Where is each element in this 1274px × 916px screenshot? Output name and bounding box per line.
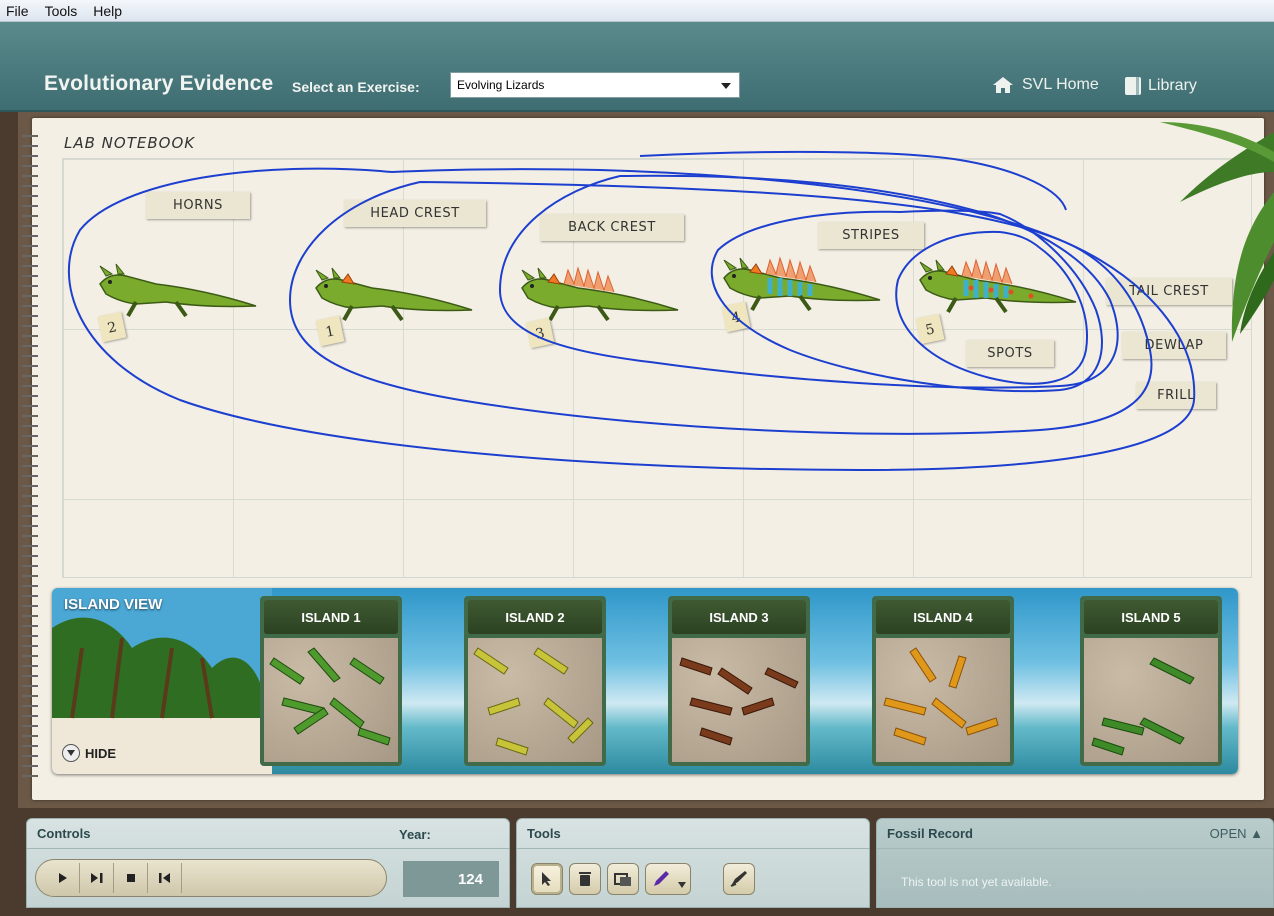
pointer-icon: [542, 872, 551, 886]
chevron-down-circle-icon: [62, 744, 80, 762]
app-window: File Tools Help Evolutionary Evidence Se…: [0, 0, 1274, 916]
step-icon: [90, 873, 102, 883]
chevron-down-icon: [678, 882, 686, 888]
lizard-5[interactable]: [916, 258, 1080, 318]
hide-island-view-button[interactable]: HIDE: [62, 744, 116, 762]
exercise-select[interactable]: Evolving Lizards: [450, 72, 740, 98]
rewind-icon: [158, 873, 170, 883]
trait-tag-back-crest[interactable]: BACK CREST: [540, 214, 684, 241]
screenshot-tool-button[interactable]: [607, 863, 639, 895]
lizard-number-tag: 5: [915, 313, 945, 345]
palm-plant-decoration: [1160, 122, 1274, 342]
tools-title: Tools: [517, 819, 869, 849]
chevron-down-icon: [721, 83, 731, 89]
app-header: Evolutionary Evidence Select an Exercise…: [0, 22, 1274, 112]
island-title: ISLAND 1: [264, 600, 398, 634]
year-label: Year:: [399, 827, 431, 842]
controls-panel: Controls Year: 124: [26, 818, 510, 908]
stop-button[interactable]: [114, 863, 148, 893]
fossil-record-header: Fossil Record OPEN ▲: [877, 819, 1273, 849]
rewind-button[interactable]: [148, 863, 182, 893]
fossil-record-title: Fossil Record: [887, 826, 973, 841]
menu-file[interactable]: File: [6, 3, 29, 19]
pen-icon: [654, 871, 669, 886]
island-lizard-population: [876, 638, 1010, 762]
island-lizard-population: [468, 638, 602, 762]
eraser-tool-button[interactable]: [723, 863, 755, 895]
trash-icon: [579, 872, 591, 886]
stop-icon: [126, 874, 135, 882]
island-card-5[interactable]: ISLAND 5: [1080, 596, 1222, 766]
play-button[interactable]: [46, 863, 80, 893]
island-title: ISLAND 5: [1084, 600, 1218, 634]
island-view-panel: ISLAND VIEW HIDE ISLAND 1 ISLAND 2 ISLAN…: [52, 588, 1238, 774]
hide-label: HIDE: [85, 745, 117, 761]
library-label: Library: [1148, 77, 1197, 94]
notebook-spiral: [22, 135, 38, 777]
lizard-3[interactable]: [518, 266, 682, 326]
step-button[interactable]: [80, 863, 114, 893]
menu-bar: File Tools Help: [0, 0, 1274, 22]
island-title: ISLAND 2: [468, 600, 602, 634]
island-card-2[interactable]: ISLAND 2: [464, 596, 606, 766]
exercise-select-label: Select an Exercise:: [292, 79, 420, 95]
eraser-icon: [730, 871, 747, 887]
svl-home-label: SVL Home: [1022, 76, 1099, 93]
library-link[interactable]: Library: [1124, 76, 1197, 96]
lizard-number-tag: 3: [525, 317, 555, 349]
screenshot-icon: [614, 873, 631, 886]
trait-tag-spots[interactable]: SPOTS: [966, 340, 1054, 367]
home-icon: [993, 77, 1013, 93]
lizard-number-tag: 2: [97, 311, 127, 343]
playback-controls: [35, 859, 387, 897]
trait-tag-frill[interactable]: FRILL: [1136, 382, 1216, 409]
fossil-record-note: This tool is not yet available.: [901, 875, 1052, 889]
controls-title: Controls: [27, 819, 509, 849]
app-title: Evolutionary Evidence: [44, 72, 274, 95]
book-icon: [1125, 77, 1141, 95]
fossil-record-open-toggle[interactable]: OPEN ▲: [1210, 826, 1263, 841]
lizard-number-tag: 1: [315, 315, 345, 347]
island-title: ISLAND 4: [876, 600, 1010, 634]
trait-tag-stripes[interactable]: STRIPES: [818, 222, 924, 249]
island-lizard-population: [672, 638, 806, 762]
island-card-4[interactable]: ISLAND 4: [872, 596, 1014, 766]
island-title: ISLAND 3: [672, 600, 806, 634]
play-icon: [58, 873, 67, 883]
menu-tools[interactable]: Tools: [45, 3, 78, 19]
menu-help[interactable]: Help: [93, 3, 122, 19]
svl-home-link[interactable]: SVL Home: [992, 76, 1099, 94]
year-value: 124: [403, 861, 499, 897]
pen-tool-button[interactable]: [645, 863, 691, 895]
island-card-1[interactable]: ISLAND 1: [260, 596, 402, 766]
trait-tag-horns[interactable]: HORNS: [146, 192, 250, 219]
lizard-number-tag: 4: [721, 301, 751, 333]
island-lizard-population: [264, 638, 398, 762]
trash-tool-button[interactable]: [569, 863, 601, 895]
exercise-select-value: Evolving Lizards: [457, 78, 545, 92]
fossil-record-panel: Fossil Record OPEN ▲ This tool is not ye…: [876, 818, 1274, 908]
island-view-title: ISLAND VIEW: [64, 596, 163, 613]
pointer-tool-button[interactable]: [531, 863, 563, 895]
island-lizard-population: [1084, 638, 1218, 762]
island-card-3[interactable]: ISLAND 3: [668, 596, 810, 766]
tools-panel: Tools: [516, 818, 870, 908]
trait-tag-head-crest[interactable]: HEAD CREST: [344, 200, 486, 227]
lab-notebook-title: LAB NOTEBOOK: [64, 134, 196, 152]
